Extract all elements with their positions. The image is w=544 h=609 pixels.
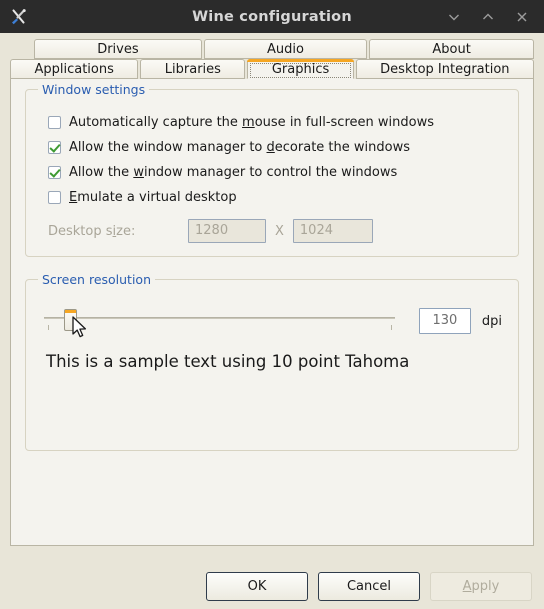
slider-handle[interactable] — [63, 309, 77, 331]
desktop-width-input[interactable]: 1280 — [188, 219, 266, 243]
desktop-size-separator: X — [275, 223, 284, 239]
minimize-button[interactable] — [446, 9, 462, 25]
checkbox-row-control-windows[interactable]: Allow the window manager to control the … — [26, 160, 518, 185]
checkbox-row-capture-mouse[interactable]: Automatically capture the mouse in full-… — [26, 110, 518, 135]
desktop-size-label: Desktop size: — [48, 223, 136, 239]
tab-desktop-integration[interactable]: Desktop Integration — [355, 59, 535, 79]
checkbox-label: Allow the window manager to control the … — [69, 165, 398, 180]
dpi-field-group: 130 dpi — [418, 306, 502, 334]
tab-drives[interactable]: Drives — [34, 39, 202, 59]
tab-row-top: Drives Audio About — [10, 39, 534, 59]
tab-label: Desktop Integration — [380, 62, 510, 77]
checkbox-label: Automatically capture the mouse in full-… — [69, 115, 434, 130]
tab-applications[interactable]: Applications — [10, 59, 139, 79]
slider-track — [44, 317, 395, 319]
dialog-button-bar: OK Cancel Apply — [206, 572, 532, 601]
sample-text-preview: This is a sample text using 10 point Tah… — [46, 352, 410, 371]
dpi-unit-label: dpi — [481, 313, 502, 329]
tab-label: Applications — [34, 62, 114, 77]
checkbox-capture-mouse[interactable] — [48, 116, 61, 129]
dpi-input[interactable]: 130 — [418, 308, 471, 334]
tab-label: Audio — [267, 42, 304, 57]
window-settings-group: Window settings Automatically capture th… — [25, 82, 519, 257]
tools-icon — [8, 6, 30, 28]
graphics-tab-panel: Window settings Automatically capture th… — [10, 79, 534, 546]
slider-ticks — [44, 325, 395, 331]
tab-libraries[interactable]: Libraries — [140, 59, 246, 79]
window-settings-title: Window settings — [38, 82, 150, 97]
window-controls — [446, 9, 536, 25]
tab-row-bottom: Applications Libraries Graphics Desktop … — [10, 59, 535, 79]
dialog-body: Drives Audio About Applications Librarie… — [0, 33, 544, 609]
checkbox-label: Emulate a virtual desktop — [69, 190, 237, 205]
tab-audio[interactable]: Audio — [203, 39, 368, 59]
apply-button: Apply — [430, 572, 532, 601]
title-bar: Wine configuration — [0, 0, 544, 33]
cancel-button[interactable]: Cancel — [318, 572, 420, 601]
desktop-size-row: Desktop size: 1280 X 1024 — [26, 216, 518, 246]
checkbox-label: Allow the window manager to decorate the… — [69, 140, 410, 155]
checkbox-virtual-desktop[interactable] — [48, 191, 61, 204]
resolution-slider-row: 130 dpi — [26, 296, 518, 340]
screen-resolution-title: Screen resolution — [38, 272, 156, 287]
ok-button[interactable]: OK — [206, 572, 308, 601]
tab-graphics[interactable]: Graphics — [247, 59, 355, 79]
tab-bar: Drives Audio About Applications Librarie… — [0, 33, 544, 79]
tab-label: About — [432, 42, 471, 57]
tab-label: Drives — [97, 42, 139, 57]
slider-tick — [47, 325, 49, 330]
desktop-height-input[interactable]: 1024 — [292, 219, 373, 243]
tab-label: Libraries — [164, 62, 221, 77]
maximize-button[interactable] — [480, 9, 496, 25]
checkbox-row-virtual-desktop[interactable]: Emulate a virtual desktop — [26, 185, 518, 210]
slider-tick — [391, 325, 393, 330]
checkbox-control-windows[interactable] — [48, 166, 61, 179]
checkbox-decorate-windows[interactable] — [48, 141, 61, 154]
screen-resolution-group: Screen resolution 130 dpi This is a samp… — [25, 272, 519, 451]
checkbox-row-decorate-windows[interactable]: Allow the window manager to decorate the… — [26, 135, 518, 160]
close-button[interactable] — [514, 9, 530, 25]
tab-label: Graphics — [271, 62, 330, 77]
dpi-slider[interactable] — [42, 306, 403, 340]
tab-about[interactable]: About — [369, 39, 534, 59]
